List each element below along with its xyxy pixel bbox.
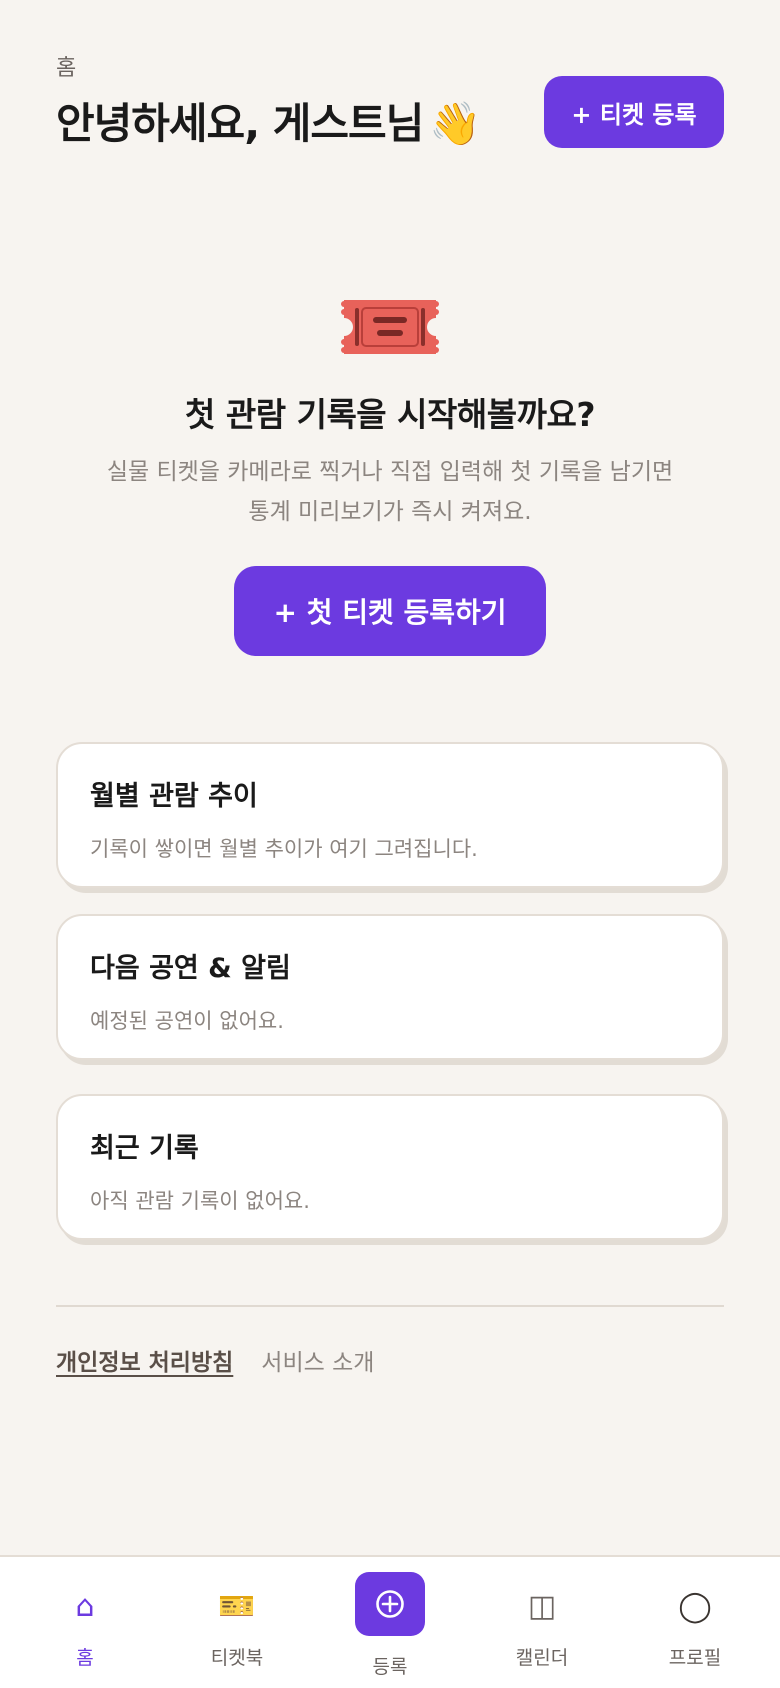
nav-item-register[interactable]: 등록 [312, 1557, 468, 1688]
empty-state-title: 첫 관람 기록을 시작해볼까요? [185, 395, 595, 434]
ticket-book-icon: 🎫 [218, 1589, 256, 1624]
footer-divider [56, 1305, 724, 1307]
card-description: 아직 관람 기록이 없어요. [90, 1189, 310, 1213]
empty-state: 첫 관람 기록을 시작해볼까요? 실물 티켓을 카메라로 찍거나 직접 입력해 … [0, 296, 780, 656]
card-title: 다음 공연 & 알림 [90, 953, 291, 984]
waving-hand-icon: 👋 [429, 99, 481, 148]
recent-records-card[interactable]: 최근 기록 아직 관람 기록이 없어요. [56, 1094, 724, 1240]
page-title: 안녕하세요, 게스트님 👋 [56, 90, 482, 151]
card-description: 예정된 공연이 없어요. [90, 1009, 284, 1033]
nav-item-home[interactable]: ⌂ 홈 [7, 1557, 163, 1688]
greeting-text: 안녕하세요, 게스트님 [56, 99, 424, 148]
header: 홈 안녕하세요, 게스트님 👋 + 티켓 등록 [56, 50, 724, 150]
footer-links: 개인정보 처리방침 서비스 소개 [56, 1343, 374, 1377]
nav-label: 등록 [372, 1656, 408, 1678]
ticket-icon [341, 300, 439, 354]
privacy-policy-link[interactable]: 개인정보 처리방침 [56, 1350, 233, 1376]
nav-label: 프로필 [668, 1647, 722, 1669]
card-title: 월별 관람 추이 [90, 781, 258, 812]
home-screen: 홈 안녕하세요, 게스트님 👋 + 티켓 등록 첫 관람 기록을 시작해볼까요? … [0, 0, 780, 1688]
register-ticket-button[interactable]: + 티켓 등록 [544, 76, 724, 148]
bottom-nav: ⌂ 홈 🎫 티켓북 등록 ◫ 캘린더 ◯ 프로필 [0, 1555, 780, 1688]
nav-label: 캘린더 [515, 1647, 569, 1669]
nav-item-ticketbook[interactable]: 🎫 티켓북 [159, 1557, 315, 1688]
upcoming-shows-card[interactable]: 다음 공연 & 알림 예정된 공연이 없어요. [56, 914, 724, 1060]
nav-label: 홈 [76, 1647, 94, 1669]
home-icon: ⌂ [75, 1589, 95, 1624]
card-description: 기록이 쌓이면 월별 추이가 여기 그려집니다. [90, 837, 478, 861]
breadcrumb: 홈 [56, 56, 77, 81]
monthly-trend-card[interactable]: 월별 관람 추이 기록이 쌓이면 월별 추이가 여기 그려집니다. [56, 742, 724, 888]
card-title: 최근 기록 [90, 1133, 199, 1164]
nav-item-calendar[interactable]: ◫ 캘린더 [464, 1557, 620, 1688]
profile-icon: ◯ [678, 1589, 712, 1624]
service-intro-link[interactable]: 서비스 소개 [261, 1350, 374, 1376]
nav-label: 티켓북 [210, 1647, 264, 1669]
empty-state-description: 실물 티켓을 카메라로 찍거나 직접 입력해 첫 기록을 남기면 통계 미리보기… [106, 459, 674, 525]
nav-item-profile[interactable]: ◯ 프로필 [617, 1557, 773, 1688]
first-ticket-register-button[interactable]: + 첫 티켓 등록하기 [234, 566, 546, 656]
plus-circle-icon [355, 1572, 425, 1636]
calendar-icon: ◫ [527, 1589, 557, 1624]
